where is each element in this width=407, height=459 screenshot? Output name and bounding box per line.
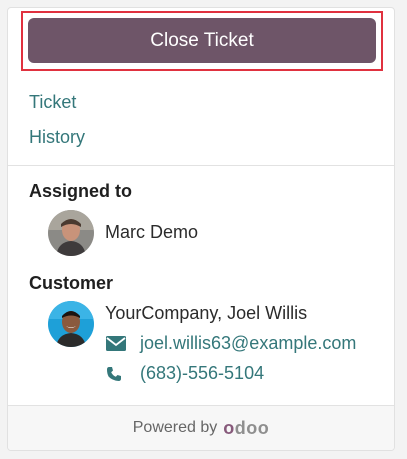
customer-name[interactable]: YourCompany, Joel Willis [105,303,307,324]
customer-heading: Customer [29,273,114,293]
history-link[interactable]: History [29,127,85,147]
customer-email-link[interactable]: joel.willis63@example.com [140,333,356,354]
ticket-sidebar-card: Close Ticket Ticket History Assigned to … [7,7,395,451]
assignee-name[interactable]: Marc Demo [105,222,198,243]
odoo-logo[interactable]: odoo [223,418,269,439]
nav-links: Ticket History [29,92,85,147]
phone-icon [106,364,128,384]
powered-by-label: Powered by [132,419,218,436]
powered-by-footer: Powered by odoo [8,405,394,450]
envelope-icon [106,334,128,354]
assignee-avatar[interactable] [48,210,94,256]
close-ticket-button[interactable]: Close Ticket [28,18,376,63]
customer-email-row: joel.willis63@example.com [106,333,356,354]
customer-phone-row: (683)-556-5104 [106,363,264,384]
customer-phone-link[interactable]: (683)-556-5104 [140,363,264,384]
section-divider [8,165,394,166]
assigned-to-heading: Assigned to [29,181,133,201]
customer-avatar[interactable] [48,301,94,347]
ticket-link[interactable]: Ticket [29,92,85,112]
